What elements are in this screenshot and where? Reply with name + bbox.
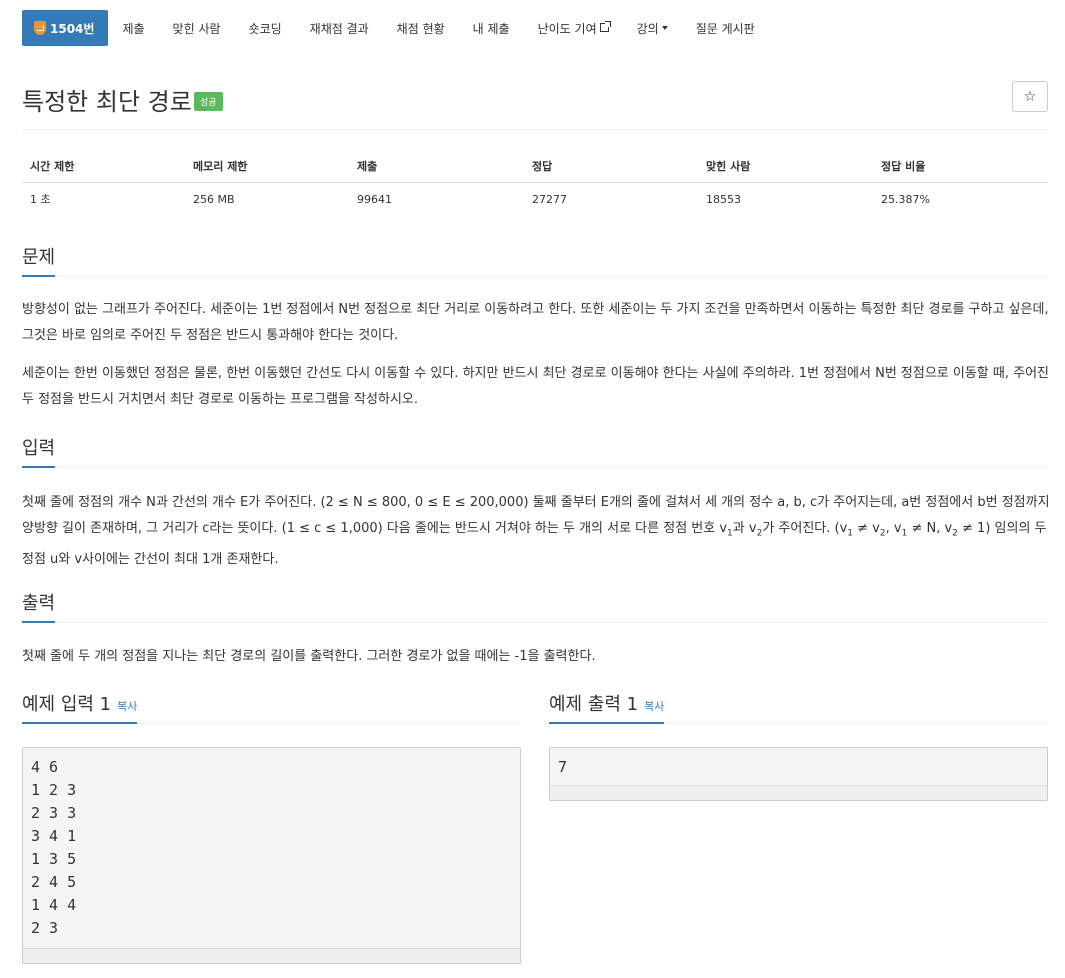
sample-output-header: 예제 출력 1 복사 [549,690,1048,724]
value-submissions: 99641 [357,192,392,206]
sample-input-text: 4 6 1 2 3 2 3 3 3 4 1 1 3 5 2 4 5 1 4 4 … [31,758,77,937]
header-memory-limit: 메모리 제한 [185,152,349,183]
header-accepted: 정답 [524,152,698,183]
sample-output-box[interactable]: 7 [549,747,1048,801]
tab-submit[interactable]: 제출 [108,10,158,46]
sample-output-label: 예제 출력 1 [549,694,639,715]
header-solved-users: 맞힌 사람 [698,152,873,183]
problem-heading: 문제 [22,243,56,277]
problem-info-table: 시간 제한 메모리 제한 제출 정답 맞힌 사람 정답 비율 1 초 256 M… [22,152,1048,215]
tab-solved-users[interactable]: 맞힌 사람 [159,10,235,46]
status-badge: 성공 [194,92,223,111]
tab-question-board[interactable]: 질문 게시판 [682,10,769,46]
star-icon: ☆ [1023,88,1037,105]
output-description: 첫째 줄에 두 개의 정점을 지나는 최단 경로의 길이를 출력한다. 그러한 … [22,649,596,664]
output-heading: 출력 [22,589,56,623]
tab-problem[interactable]: 1504번 [22,10,109,46]
favorite-button[interactable]: ☆ [1012,81,1048,112]
sample-input-label: 예제 입력 1 [22,694,112,715]
external-link-icon [599,20,611,32]
tab-my-submissions[interactable]: 내 제출 [459,10,524,46]
problem-title: 특정한 최단 경로 [22,88,192,116]
output-section-header: 출력 [22,589,1048,623]
table-row: 1 초 256 MB 99641 27277 18553 25.387% [22,183,1048,216]
value-time-limit: 1 초 [30,193,51,206]
header-submissions: 제출 [349,152,524,183]
input-section-header: 입력 [22,434,1048,468]
input-text-3: 가 주어진다. (v [762,521,848,536]
input-heading: 입력 [22,434,56,468]
problem-paragraph-1: 방향성이 없는 그래프가 주어진다. 세준이는 1번 정점에서 N번 정점으로 … [22,302,1049,343]
sample-output-scrollbar[interactable] [550,785,1047,800]
value-accepted: 27277 [532,192,567,206]
tab-difficulty-contribution[interactable]: 난이도 기여 [524,10,623,46]
sample-input-scrollbar[interactable] [23,948,520,963]
value-accept-ratio: 25.387% [881,192,930,206]
tier-badge-icon [34,21,46,35]
input-text-2: 과 v [732,521,757,536]
copy-input-button[interactable]: 복사 [117,700,137,713]
sample-input-header: 예제 입력 1 복사 [22,690,521,724]
value-memory-limit: 256 MB [193,192,235,206]
tab-difficulty-label: 난이도 기여 [537,21,597,36]
tab-rejudge-results[interactable]: 재채점 결과 [296,10,383,46]
tab-short-coding[interactable]: 숏코딩 [235,10,296,46]
table-header-row: 시간 제한 메모리 제한 제출 정답 맞힌 사람 정답 비율 [22,152,1048,183]
input-text-6: ≠ N, v [907,521,953,536]
tab-lecture-dropdown[interactable]: 강의 [623,10,682,46]
sample-output-text: 7 [558,758,568,776]
problem-section-header: 문제 [22,243,1048,277]
sample-output-title: 예제 출력 1 복사 [549,690,665,724]
tab-lecture-label: 강의 [636,21,659,36]
tab-status[interactable]: 채점 현황 [383,10,459,46]
copy-output-button[interactable]: 복사 [644,700,664,713]
header-time-limit: 시간 제한 [22,152,185,183]
sample-input-box[interactable]: 4 6 1 2 3 2 3 3 3 4 1 1 3 5 2 4 5 1 4 4 … [22,747,521,964]
header-accept-ratio: 정답 비율 [873,152,1048,183]
input-description: 첫째 줄에 정점의 개수 N과 간선의 개수 E가 주어진다. (2 ≤ N ≤… [22,490,1052,573]
problem-header: 특정한 최단 경로 성공 ☆ [22,81,1048,130]
input-text-5: , v [885,521,902,536]
input-text-4: ≠ v [853,521,880,536]
caret-down-icon [661,26,668,30]
sample-input-title: 예제 입력 1 복사 [22,690,138,724]
problem-menu: 1504번 제출 맞힌 사람 숏코딩 재채점 결과 채점 현황 내 제출 난이도… [22,10,1048,46]
problem-paragraph-2: 세준이는 한번 이동했던 정점은 물론, 한번 이동했던 간선도 다시 이동할 … [22,366,1050,407]
tab-problem-label: 1504번 [50,21,95,36]
value-solved-users: 18553 [706,192,741,206]
